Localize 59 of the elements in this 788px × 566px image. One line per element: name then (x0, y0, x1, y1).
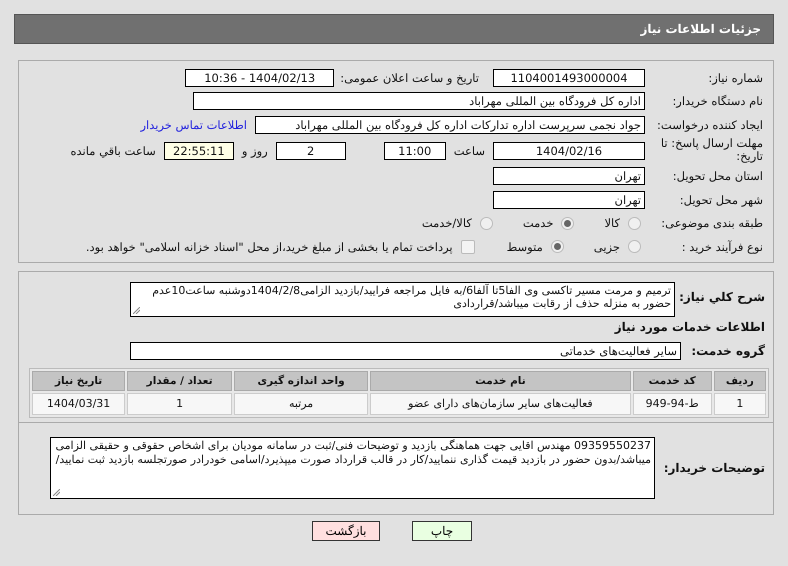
column-header: تاریخ نیاز (32, 370, 126, 390)
radio-button[interactable] (480, 216, 493, 230)
field-label: طبقه بندی موضوعی: (660, 216, 764, 230)
announce-date-field: 1404/02/13 - 10:36 (185, 68, 334, 87)
city-field: تهران (493, 190, 645, 209)
buyer-contact-link[interactable]: اطلاعات تماس خریدار (140, 118, 247, 132)
radio-button[interactable] (550, 240, 564, 254)
field-label: تاریخ و ساعت اعلان عمومی: (340, 70, 479, 85)
radio-label: کالا (604, 216, 620, 230)
requester-field: جواد نجمی سرپرست اداره تدارکات اداره کل فرودگاه بین المللی مهراباد (255, 116, 645, 134)
time-label: ساعت (454, 144, 485, 158)
province-field: تهران (493, 167, 645, 186)
page-title: جزئیات اطلاعات نیاز (640, 22, 761, 36)
checkbox-label: پرداخت تمام یا بخشی از مبلغ خرید،از محل "اسناد خزانه اسلامی" خواهد بود. (86, 240, 453, 254)
remaining-time-field: 22:55:11 (164, 142, 234, 160)
radio-button[interactable] (628, 240, 641, 254)
days-label: روز و (242, 144, 268, 158)
field-label: شماره نیاز: (707, 70, 764, 85)
resize-grip-icon[interactable] (53, 489, 60, 496)
column-header: تعداد / مقدار (127, 370, 232, 390)
radio-button[interactable] (628, 216, 641, 230)
radio-label: خدمت (522, 216, 554, 230)
radio-label: متوسط (506, 240, 543, 254)
checkbox[interactable] (460, 240, 475, 254)
column-header: نام خدمت (370, 370, 631, 390)
radio-label: کالا/خدمت (422, 216, 472, 230)
table-cell: مرتبه (234, 392, 368, 414)
column-header: کد خدمت (632, 370, 712, 390)
column-header: ردیف (714, 370, 766, 390)
field-label: ایجاد کننده درخواست: (656, 118, 764, 132)
buyer-org-field: اداره کل فرودگاه بین المللی مهراباد (193, 92, 645, 110)
deadline-time-field: 11:00 (384, 142, 446, 160)
field-label: توضیحات خریدار: (662, 461, 765, 475)
table-cell: 1 (127, 392, 232, 414)
field-label: استان محل تحویل: (672, 169, 764, 184)
field-label: شهر محل تحویل: (678, 192, 764, 207)
back-button[interactable]: بازگشت (312, 520, 380, 540)
table-cell: ط-94-949 (632, 392, 712, 414)
buyer-notes-field: 09359550237 مهندس اقایی جهت هماهنگی بازدید و توضیحات فنی/ثبت در سامانه مودیان برای اشخاص حقوقی و حقیقی الزامی میباشد/بدون حضور در بازدید قیمت گذاری ننمایید/کار در قالب قرارداد صورت میپذیرد/اسامی خودرادر صورتجلسه بازدید ثبت نمایید/ (50, 437, 655, 499)
field-label: شرح کلي نياز: (681, 288, 765, 304)
column-header: واحد اندازه گیری (234, 370, 368, 390)
need-number-field: 1104001493000004 (493, 68, 645, 87)
field-label: مهلت ارسال پاسخ: تا تاریخ: (660, 136, 764, 163)
radio-button[interactable] (561, 216, 574, 230)
table-cell: 1404/03/31 (32, 392, 126, 414)
radio-label: جزیی (594, 240, 620, 254)
days-field: 2 (276, 142, 346, 160)
print-button[interactable]: چاپ (412, 520, 472, 540)
description-field: ترمیم و مرمت مسیر تاکسی وی الفا5تا آلفا6/به فایل مراجعه فرایید/بازدید الزامی1404/2/8دوشنبه ساعت10عدم حضور به منزله حذف از رقابت میباشد/قراردادی (130, 282, 675, 316)
table-cell: 1 (714, 392, 766, 414)
section-heading: اطلاعات خدمات مورد نیاز (613, 320, 765, 334)
field-label: نوع فرآیند خرید : (680, 240, 764, 254)
deadline-date-field: 1404/02/16 (493, 142, 645, 160)
remaining-label: ساعت باقي مانده (70, 144, 156, 158)
field-label: نام دستگاه خریدار: (671, 94, 764, 108)
field-label: گروه خدمت: (690, 344, 765, 358)
resize-grip-icon[interactable] (133, 306, 140, 314)
table-cell: فعالیت‌های سایر سازمان‌های دارای عضو (370, 392, 631, 414)
service-group-field: سایر فعالیت‌های خدماتی (130, 342, 681, 360)
